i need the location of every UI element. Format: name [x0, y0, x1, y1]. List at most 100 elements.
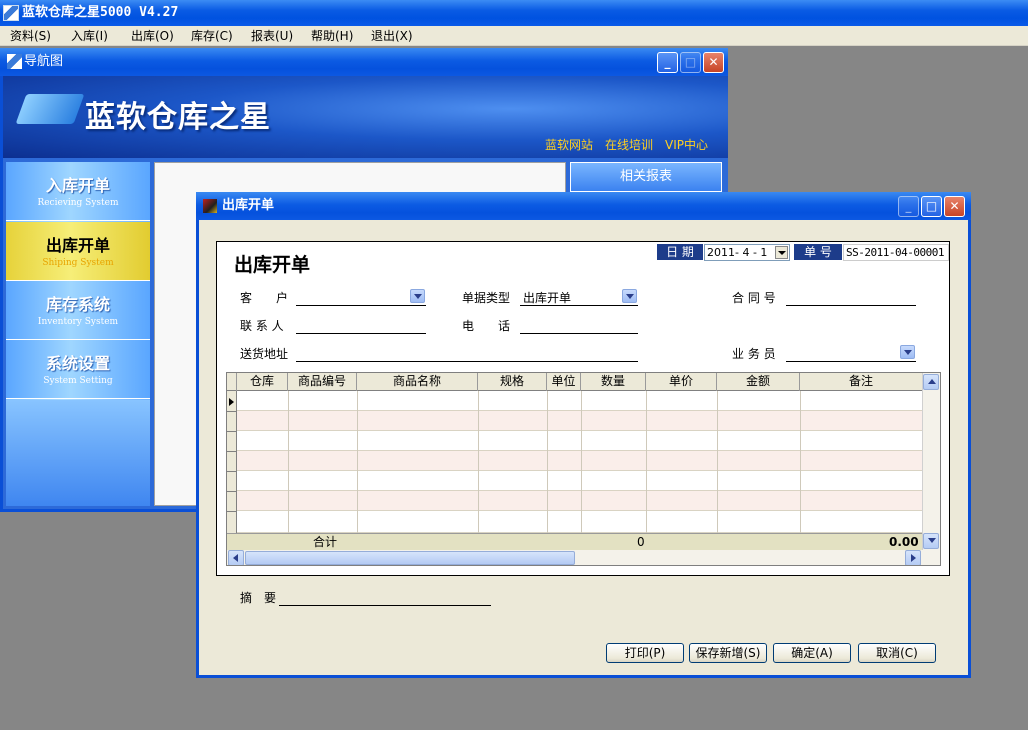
navigator-banner: 蓝软仓库之星 蓝软网站 在线培训 VIP中心 — [3, 76, 728, 158]
phone-field[interactable] — [520, 333, 638, 334]
grid-header: 仓库 商品编号 商品名称 规格 单位 数量 单价 金额 备注 — [227, 373, 922, 391]
contact-field[interactable] — [296, 333, 426, 334]
close-button[interactable]: ✕ — [703, 52, 724, 73]
items-grid[interactable]: 仓库 商品编号 商品名称 规格 单位 数量 单价 金额 备注 合计 0 0.00 — [226, 372, 941, 566]
docno-field[interactable]: SS-2011-04-00001 — [843, 244, 949, 261]
col-amount[interactable]: 金额 — [717, 373, 800, 391]
cancel-button[interactable]: 取消(C) — [858, 643, 936, 663]
doc-type-field[interactable] — [520, 305, 638, 306]
date-label: 日 期 — [657, 244, 703, 260]
navigator-icon — [7, 54, 22, 69]
col-spec[interactable]: 规格 — [478, 373, 547, 391]
nav-item-sublabel: System Setting — [43, 376, 113, 386]
col-qty[interactable]: 数量 — [581, 373, 646, 391]
form-title: 出库开单 — [234, 254, 311, 276]
total-label: 合计 — [313, 535, 338, 549]
vertical-scrollbar[interactable] — [922, 373, 940, 550]
doc-type-value[interactable]: 出库开单 — [523, 289, 571, 306]
app-icon — [3, 5, 19, 21]
nav-item-label: 出库开单 — [45, 236, 110, 255]
grid-col-line — [581, 391, 582, 533]
contract-no-field[interactable] — [786, 305, 916, 306]
menu-stock[interactable]: 库存(C) — [191, 28, 233, 44]
nav-menu-fill — [6, 400, 150, 506]
nav-item-settings[interactable]: 系统设置 System Setting — [6, 340, 150, 399]
nav-item-shipping[interactable]: 出库开单 Shiping System — [6, 222, 150, 281]
summary-field[interactable] — [279, 605, 491, 606]
scroll-left-icon[interactable] — [228, 550, 244, 565]
table-row[interactable] — [237, 391, 922, 411]
dialog-title: 出库开单 — [222, 198, 275, 213]
ok-button[interactable]: 确定(A) — [773, 643, 851, 663]
related-reports-button[interactable]: 相关报表 — [570, 162, 722, 192]
salesman-dropdown-icon[interactable] — [900, 345, 915, 359]
col-unit[interactable]: 单位 — [547, 373, 581, 391]
salesman-field[interactable] — [786, 361, 916, 362]
customer-dropdown-icon[interactable] — [410, 289, 425, 303]
dialog-maximize-button[interactable]: □ — [921, 196, 942, 217]
total-amount: 0.00 — [889, 535, 919, 549]
col-item-code[interactable]: 商品编号 — [288, 373, 357, 391]
dialog-title-bar: 出库开单 — [196, 192, 971, 220]
menu-reports[interactable]: 报表(U) — [251, 28, 293, 44]
save-new-button[interactable]: 保存新增(S) — [689, 643, 767, 663]
row-header — [227, 391, 237, 533]
nav-item-receiving[interactable]: 入库开单 Recieving System — [6, 162, 150, 221]
col-item-name[interactable]: 商品名称 — [357, 373, 478, 391]
menu-inbound[interactable]: 入库(I) — [71, 28, 108, 44]
navigator-menu: 入库开单 Recieving System 出库开单 Shiping Syste… — [6, 162, 150, 506]
horizontal-scrollbar[interactable] — [227, 550, 940, 565]
current-row-marker-icon — [229, 398, 234, 406]
app-title-bar: 蓝软仓库之星5000 V4.27 — [0, 0, 1028, 26]
scroll-down-icon[interactable] — [923, 533, 939, 549]
link-website[interactable]: 蓝软网站 — [545, 136, 593, 153]
table-row[interactable] — [237, 451, 922, 471]
contract-no-label: 合 同 号 — [732, 291, 776, 305]
total-qty: 0 — [637, 535, 645, 549]
row-header-line — [227, 411, 237, 412]
scroll-up-icon[interactable] — [923, 374, 939, 390]
navigator-title-bar: 导航图 — [0, 48, 728, 76]
contact-label: 联 系 人 — [240, 319, 284, 333]
customer-field[interactable] — [296, 305, 426, 306]
table-row[interactable] — [237, 411, 922, 431]
address-field[interactable] — [296, 361, 638, 362]
col-remark[interactable]: 备注 — [800, 373, 922, 391]
dialog-close-button[interactable]: ✕ — [944, 196, 965, 217]
nav-item-inventory[interactable]: 库存系统 Inventory System — [6, 281, 150, 340]
horizontal-scroll-thumb[interactable] — [245, 551, 575, 565]
menu-data[interactable]: 资料(S) — [10, 28, 51, 44]
doc-type-dropdown-icon[interactable] — [622, 289, 637, 303]
link-training[interactable]: 在线培训 — [605, 136, 653, 153]
table-row[interactable] — [237, 471, 922, 491]
grid-corner — [227, 373, 237, 391]
grid-col-line — [646, 391, 647, 533]
grid-col-line — [288, 391, 289, 533]
menu-help[interactable]: 帮助(H) — [311, 28, 353, 44]
phone-label: 电 话 — [462, 319, 511, 333]
minimize-button[interactable]: _ — [657, 52, 678, 73]
maximize-button[interactable]: □ — [680, 52, 701, 73]
grid-col-line — [547, 391, 548, 533]
row-header-line — [227, 471, 237, 472]
customer-label: 客 户 — [240, 291, 289, 305]
print-button[interactable]: 打印(P) — [606, 643, 684, 663]
table-row[interactable] — [237, 491, 922, 511]
row-header-line — [227, 511, 237, 512]
col-warehouse[interactable]: 仓库 — [237, 373, 288, 391]
menu-outbound[interactable]: 出库(O) — [131, 28, 174, 44]
link-vip[interactable]: VIP中心 — [665, 136, 708, 153]
date-dropdown-icon[interactable] — [775, 246, 788, 259]
col-price[interactable]: 单价 — [646, 373, 717, 391]
row-header-line — [227, 491, 237, 492]
logo-icon — [15, 94, 85, 124]
scroll-right-icon[interactable] — [905, 550, 921, 565]
nav-item-label: 库存系统 — [45, 295, 110, 314]
banner-title: 蓝软仓库之星 — [85, 100, 271, 135]
dialog-minimize-button[interactable]: _ — [898, 196, 919, 217]
table-row[interactable] — [237, 431, 922, 451]
table-row[interactable] — [237, 511, 922, 533]
menu-exit[interactable]: 退出(X) — [371, 28, 413, 44]
nav-item-sublabel: Inventory System — [37, 317, 119, 327]
grid-col-line — [478, 391, 479, 533]
